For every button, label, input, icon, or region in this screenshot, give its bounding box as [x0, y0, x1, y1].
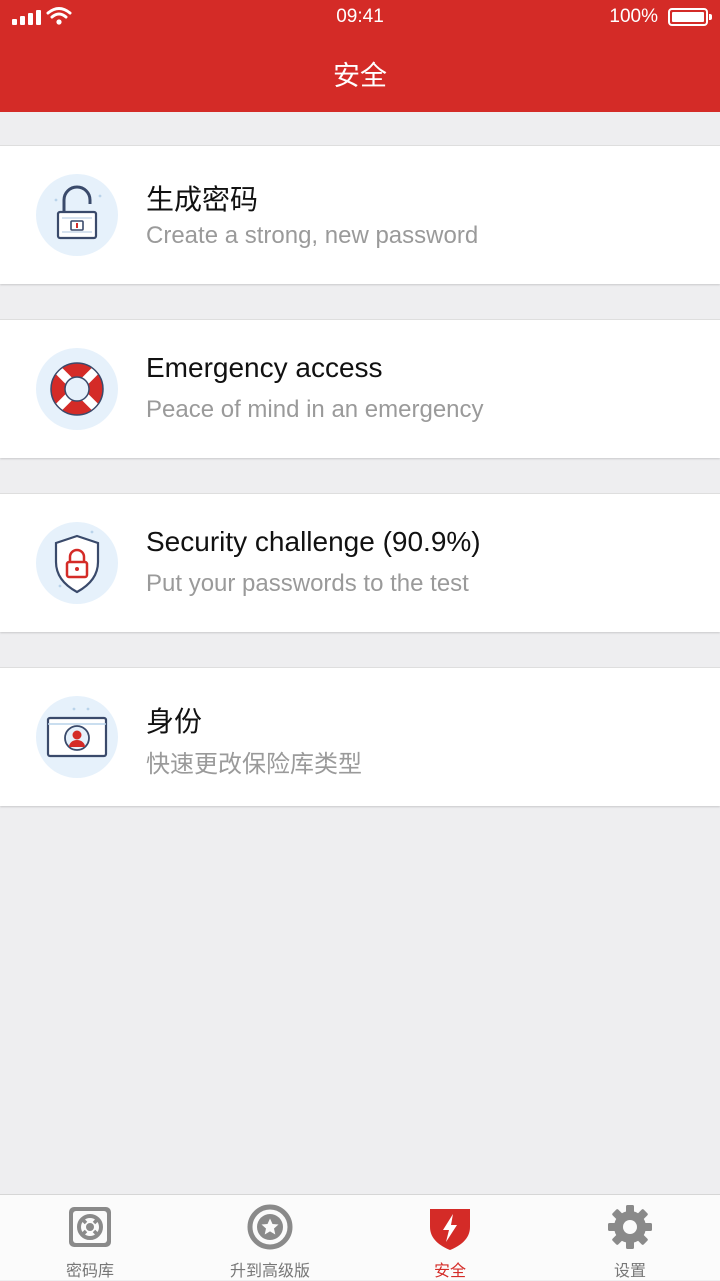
battery-percentage: 100%: [609, 6, 658, 27]
lightning-shield-icon: [430, 1209, 470, 1250]
item-title: 生成密码: [146, 184, 259, 215]
emergency-access-item[interactable]: Emergency access Peace of mind in an eme…: [0, 320, 720, 458]
tab-vault[interactable]: 密码库: [0, 1195, 180, 1281]
gear-icon: [608, 1205, 652, 1249]
item-subtitle: Peace of mind in an emergency: [146, 396, 484, 423]
item-subtitle: Create a strong, new password: [146, 222, 479, 249]
header: 09:41 100% 安全: [0, 0, 720, 112]
battery-icon: [668, 8, 712, 26]
tab-security[interactable]: 安全: [360, 1195, 540, 1281]
shield-lock-icon: [36, 522, 118, 604]
vault-icon: [69, 1207, 111, 1247]
security-challenge-item[interactable]: Security challenge (90.9%) Put your pass…: [0, 494, 720, 632]
tab-upgrade[interactable]: 升到高级版: [180, 1195, 360, 1281]
lifebuoy-icon: [36, 348, 118, 430]
tab-label: 设置: [613, 1261, 646, 1280]
star-icon: [247, 1204, 293, 1250]
tab-label: 升到高级版: [229, 1261, 310, 1280]
status-bar: 09:41 100%: [0, 0, 720, 36]
tab-label: 密码库: [65, 1261, 114, 1280]
identity-card-icon: [36, 696, 118, 778]
item-subtitle: Put your passwords to the test: [146, 570, 469, 597]
item-title: Security challenge (90.9%): [146, 526, 481, 557]
tab-label: 安全: [433, 1261, 466, 1280]
tab-settings[interactable]: 设置: [540, 1195, 720, 1281]
page-title: 安全: [333, 61, 387, 92]
item-subtitle: 快速更改保险库类型: [146, 751, 362, 778]
padlock-icon: [36, 174, 118, 256]
bottom-tab-bar: 密码库 升到高级版 安全 设置: [0, 1194, 720, 1280]
identity-item[interactable]: 身份 快速更改保险库类型: [0, 668, 720, 806]
item-title: 身份: [146, 706, 203, 737]
generate-password-item[interactable]: 生成密码 Create a strong, new password: [0, 146, 720, 284]
item-title: Emergency access: [146, 352, 383, 383]
